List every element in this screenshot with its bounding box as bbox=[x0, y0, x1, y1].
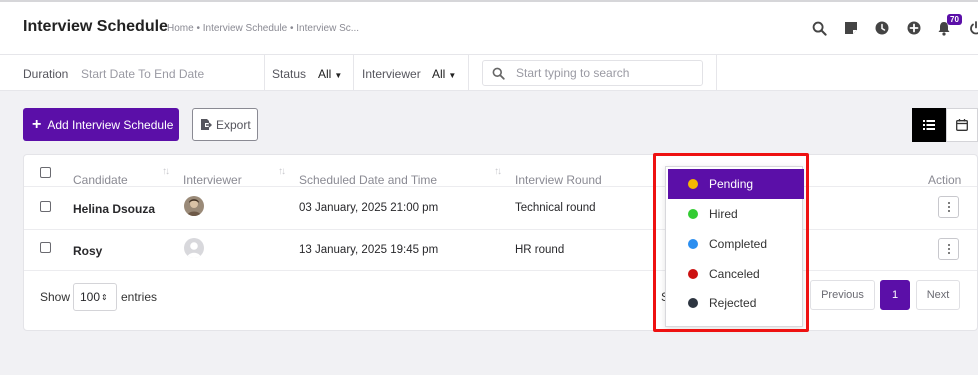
column-header-scheduled-date[interactable]: Scheduled Date and Time bbox=[299, 173, 437, 187]
select-all-checkbox[interactable] bbox=[40, 167, 51, 178]
interview-round: Technical round bbox=[515, 202, 596, 214]
interviewer-avatar[interactable] bbox=[184, 196, 204, 216]
filter-divider bbox=[468, 55, 469, 91]
sort-icon[interactable]: ↑↓ bbox=[278, 166, 286, 177]
column-header-candidate[interactable]: Candidate bbox=[73, 173, 128, 187]
interviewer-avatar[interactable] bbox=[184, 238, 204, 258]
candidate-name[interactable]: Helina Dsouza bbox=[73, 202, 155, 216]
notes-icon[interactable] bbox=[843, 20, 859, 36]
row-divider bbox=[24, 270, 977, 271]
status-label: Status bbox=[272, 67, 307, 81]
column-header-action: Action bbox=[928, 173, 962, 187]
top-header: Interview Schedule Home • Interview Sche… bbox=[0, 0, 978, 55]
export-button[interactable]: Export bbox=[192, 108, 258, 141]
page-title: Interview Schedule bbox=[23, 18, 168, 35]
calendar-view-button[interactable] bbox=[946, 108, 978, 142]
sort-icon[interactable]: ↑↓ bbox=[494, 166, 502, 177]
show-label: Show bbox=[40, 290, 71, 304]
search-icon bbox=[492, 67, 505, 80]
chevron-down-icon: ▼ bbox=[334, 71, 343, 80]
default-avatar-icon bbox=[184, 238, 204, 258]
row-actions-button[interactable] bbox=[938, 196, 959, 218]
export-icon bbox=[201, 119, 212, 130]
scheduled-datetime: 03 January, 2025 21:00 pm bbox=[299, 202, 439, 214]
row-divider bbox=[24, 229, 977, 230]
duration-label: Duration bbox=[23, 67, 69, 81]
interviewer-label: Interviewer bbox=[362, 67, 421, 81]
export-label: Export bbox=[216, 117, 251, 132]
clock-icon[interactable] bbox=[874, 20, 890, 36]
entries-per-page-select[interactable]: 100 ⇕ bbox=[73, 283, 117, 311]
row-checkbox[interactable] bbox=[40, 242, 51, 253]
sort-icon[interactable]: ↑↓ bbox=[162, 166, 170, 177]
calendar-icon bbox=[956, 119, 968, 131]
annotation-highlight bbox=[653, 153, 809, 332]
pagination-next[interactable]: Next bbox=[916, 280, 960, 310]
interview-round: HR round bbox=[515, 244, 565, 256]
search-box bbox=[482, 60, 703, 86]
notification-badge: 70 bbox=[947, 14, 962, 25]
filter-bar: Duration Start Date To End Date Status A… bbox=[0, 55, 978, 91]
filter-divider bbox=[716, 55, 717, 91]
chevron-down-icon: ▼ bbox=[448, 71, 457, 80]
add-interview-schedule-button[interactable]: + Add Interview Schedule bbox=[23, 108, 179, 141]
column-header-interview-round[interactable]: Interview Round bbox=[515, 173, 602, 187]
filter-divider bbox=[353, 55, 354, 91]
search-icon[interactable] bbox=[811, 20, 827, 36]
row-actions-button[interactable] bbox=[938, 238, 959, 260]
status-select[interactable]: All ▼ bbox=[318, 67, 342, 81]
pagination-previous[interactable]: Previous bbox=[810, 280, 875, 310]
date-range-picker[interactable]: Start Date To End Date bbox=[81, 67, 204, 81]
header-divider bbox=[24, 186, 977, 187]
pagination-page-1[interactable]: 1 bbox=[880, 280, 910, 310]
add-circle-icon[interactable] bbox=[906, 20, 922, 36]
entries-label: entries bbox=[121, 290, 158, 304]
interviewer-select[interactable]: All ▼ bbox=[432, 67, 456, 81]
column-header-interviewer[interactable]: Interviewer bbox=[183, 173, 242, 187]
breadcrumb[interactable]: Home • Interview Schedule • Interview Sc… bbox=[167, 23, 359, 34]
filter-divider bbox=[264, 55, 265, 91]
candidate-name[interactable]: Rosy bbox=[73, 244, 102, 258]
list-view-button[interactable] bbox=[912, 108, 946, 142]
search-input[interactable] bbox=[516, 64, 696, 82]
power-icon[interactable] bbox=[968, 20, 978, 36]
list-icon bbox=[923, 120, 935, 130]
row-checkbox[interactable] bbox=[40, 201, 51, 212]
scheduled-datetime: 13 January, 2025 19:45 pm bbox=[299, 244, 439, 256]
add-button-label: Add Interview Schedule bbox=[47, 117, 174, 132]
avatar-photo bbox=[184, 196, 204, 216]
stepper-icon: ⇕ bbox=[101, 292, 108, 302]
plus-icon: + bbox=[32, 115, 42, 133]
